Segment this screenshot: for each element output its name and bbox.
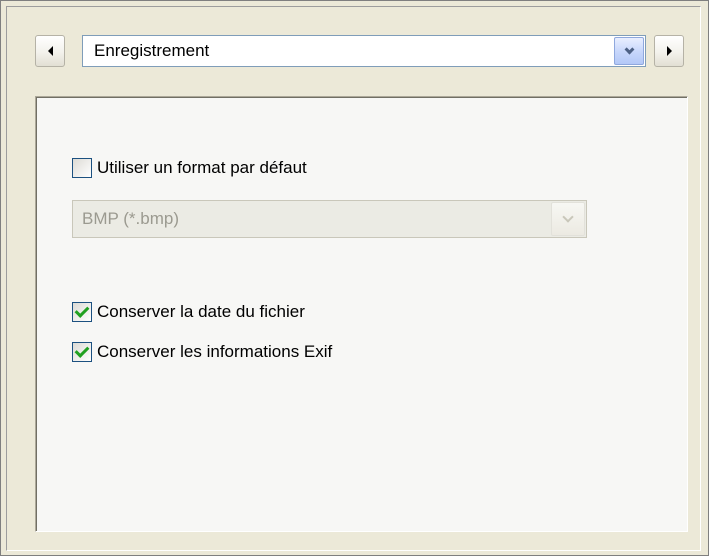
previous-section-button[interactable] — [35, 35, 65, 67]
use-default-format-option[interactable]: Utiliser un format par défaut — [72, 157, 307, 179]
chevron-left-icon — [47, 46, 53, 56]
use-default-format-checkbox[interactable] — [72, 158, 92, 178]
chevron-right-icon — [666, 46, 672, 56]
chevron-down-icon — [624, 44, 634, 54]
keep-file-date-label[interactable]: Conserver la date du fichier — [97, 302, 305, 322]
next-section-button[interactable] — [654, 35, 684, 67]
keep-file-date-option[interactable]: Conserver la date du fichier — [72, 301, 305, 323]
section-dropdown[interactable]: Enregistrement — [82, 35, 646, 67]
default-format-value: BMP (*.bmp) — [82, 209, 179, 228]
options-window: Enregistrement Utiliser un format par dé… — [0, 0, 709, 556]
keep-exif-checkbox[interactable] — [72, 342, 92, 362]
default-format-select[interactable]: BMP (*.bmp) — [72, 200, 587, 238]
use-default-format-label[interactable]: Utiliser un format par défaut — [97, 158, 307, 178]
section-dropdown-button[interactable] — [614, 37, 644, 65]
chevron-down-icon — [562, 211, 574, 223]
keep-exif-label[interactable]: Conserver les informations Exif — [97, 342, 332, 362]
section-dropdown-value: Enregistrement — [94, 41, 210, 60]
keep-file-date-checkbox[interactable] — [72, 302, 92, 322]
keep-exif-option[interactable]: Conserver les informations Exif — [72, 341, 332, 363]
default-format-dropdown-button[interactable] — [551, 202, 585, 236]
